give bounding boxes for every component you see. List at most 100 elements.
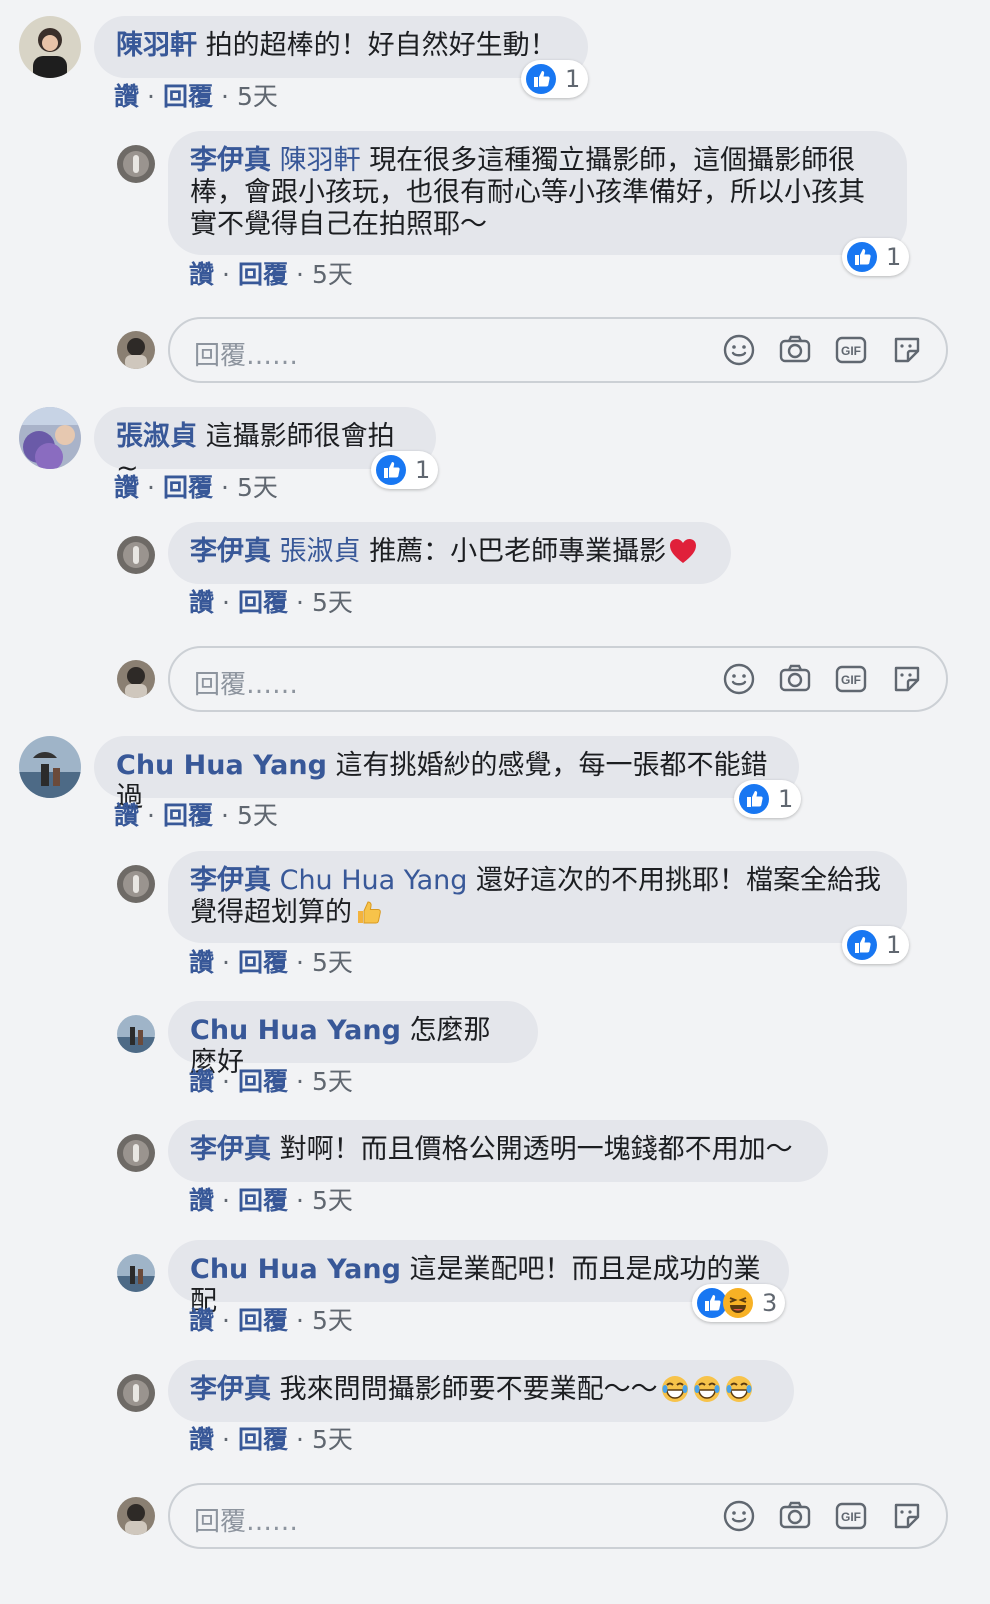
avatar[interactable] [117,1015,155,1053]
avatar[interactable] [19,736,81,798]
like-link[interactable]: 讚 [189,1306,214,1335]
reply-link[interactable]: 回覆 [238,1425,288,1454]
comment-text: 棒，會跟小孩玩，也很有耐心等小孩準備好，所以小孩其 [190,177,865,208]
reply-link[interactable]: 回覆 [238,948,288,977]
emoji-icon[interactable] [722,333,756,367]
timestamp[interactable]: 5天 [312,1067,353,1096]
reply-link[interactable]: 回覆 [163,473,213,502]
like-link[interactable]: 讚 [114,801,139,830]
comment-author[interactable]: 李伊真 [190,145,271,176]
camera-icon[interactable] [778,333,812,367]
timestamp[interactable]: 5天 [237,473,278,502]
comment-bubble: 李伊真 陳羽軒 現在很多這種獨立攝影師，這個攝影師很 棒，會跟小孩玩，也很有耐心… [168,131,907,255]
timestamp[interactable]: 5天 [312,948,353,977]
reply-link[interactable]: 回覆 [238,1306,288,1335]
comment-author[interactable]: 李伊真 [190,1134,271,1165]
avatar[interactable] [117,865,155,903]
timestamp[interactable]: 5天 [312,588,353,617]
reply-input[interactable]: 回覆…… GIF [168,646,948,712]
laughing-emoji [724,1374,754,1404]
timestamp[interactable]: 5天 [312,1306,353,1335]
tagged-user[interactable]: 張淑貞 [280,536,361,567]
reaction-count-text: 1 [886,931,902,959]
comment-text: 實不覺得自己在拍照耶～ [190,209,487,240]
gif-icon[interactable]: GIF [834,662,868,696]
reaction-count-text: 1 [565,65,581,93]
like-reaction-icon [525,63,557,95]
reply-link[interactable]: 回覆 [238,1067,288,1096]
gif-icon[interactable]: GIF [834,333,868,367]
avatar[interactable] [117,536,155,574]
svg-text:GIF: GIF [841,344,861,358]
comment-author[interactable]: Chu Hua Yang [190,1254,401,1285]
sticker-icon[interactable] [890,333,924,367]
timestamp[interactable]: 5天 [237,82,278,111]
reaction-count[interactable]: 1 [842,926,910,964]
like-link[interactable]: 讚 [189,1425,214,1454]
comment-author[interactable]: Chu Hua Yang [190,1015,401,1046]
reply-input[interactable]: 回覆…… GIF [168,1483,948,1549]
like-link[interactable]: 讚 [189,948,214,977]
comment-text: 現在很多這種獨立攝影師，這個攝影師很 [369,145,856,176]
timestamp[interactable]: 5天 [312,1425,353,1454]
comment-text: 我來問問攝影師要不要業配～～ [279,1374,658,1405]
comment-text: 對啊！而且價格公開透明一塊錢都不用加～ [279,1134,793,1165]
haha-reaction-icon [722,1287,754,1319]
heart-emoji [668,536,698,566]
reaction-count[interactable]: 1 [734,780,802,818]
like-link[interactable]: 讚 [114,473,139,502]
like-reaction-icon [846,241,878,273]
sticker-icon[interactable] [890,1499,924,1533]
like-reaction-icon [846,929,878,961]
like-link[interactable]: 讚 [189,260,214,289]
laughing-emoji [660,1374,690,1404]
comment-author[interactable]: 陳羽軒 [116,30,197,61]
sticker-icon[interactable] [890,662,924,696]
timestamp[interactable]: 5天 [237,801,278,830]
reaction-count[interactable]: 1 [521,60,589,98]
comment-author[interactable]: 李伊真 [190,536,271,567]
comment-author[interactable]: 李伊真 [190,865,271,896]
like-link[interactable]: 讚 [189,1186,214,1215]
comment-author[interactable]: Chu Hua Yang [116,750,327,781]
comment-author[interactable]: 張淑貞 [116,421,197,452]
reaction-count[interactable]: 1 [842,238,910,276]
reply-placeholder: 回覆…… [194,670,299,700]
camera-icon[interactable] [778,1499,812,1533]
reply-link[interactable]: 回覆 [238,260,288,289]
avatar[interactable] [19,407,81,469]
comment-actions: 讚 · 回覆 · 5天 [189,260,353,289]
comment-actions: 讚 · 回覆 · 5天 [189,1425,353,1454]
reply-link[interactable]: 回覆 [238,1186,288,1215]
timestamp[interactable]: 5天 [312,260,353,289]
emoji-icon[interactable] [722,1499,756,1533]
avatar[interactable] [117,1374,155,1412]
reaction-count[interactable]: 1 [371,451,439,489]
gif-icon[interactable]: GIF [834,1499,868,1533]
camera-icon[interactable] [778,662,812,696]
reaction-count[interactable]: 3 [692,1284,786,1322]
comment-actions: 讚 · 回覆 · 5天 [114,473,278,502]
reply-placeholder: 回覆…… [194,1507,299,1537]
like-link[interactable]: 讚 [114,82,139,111]
comment-actions: 讚 · 回覆 · 5天 [189,588,353,617]
avatar[interactable] [19,16,81,78]
like-link[interactable]: 讚 [189,588,214,617]
avatar[interactable] [117,1134,155,1172]
comment-text: 還好這次的不用挑耶！檔案全給我 [475,865,881,896]
like-reaction-icon [738,783,770,815]
tagged-user[interactable]: 陳羽軒 [280,145,361,176]
reply-link[interactable]: 回覆 [163,801,213,830]
comment-bubble: 李伊真 對啊！而且價格公開透明一塊錢都不用加～ [168,1120,828,1182]
avatar[interactable] [117,145,155,183]
reply-link[interactable]: 回覆 [238,588,288,617]
reply-link[interactable]: 回覆 [163,82,213,111]
like-link[interactable]: 讚 [189,1067,214,1096]
reply-input[interactable]: 回覆…… GIF [168,317,948,383]
svg-text:GIF: GIF [841,1510,861,1524]
comment-author[interactable]: 李伊真 [190,1374,271,1405]
timestamp[interactable]: 5天 [312,1186,353,1215]
emoji-icon[interactable] [722,662,756,696]
avatar[interactable] [117,1254,155,1292]
tagged-user[interactable]: Chu Hua Yang [280,865,468,896]
